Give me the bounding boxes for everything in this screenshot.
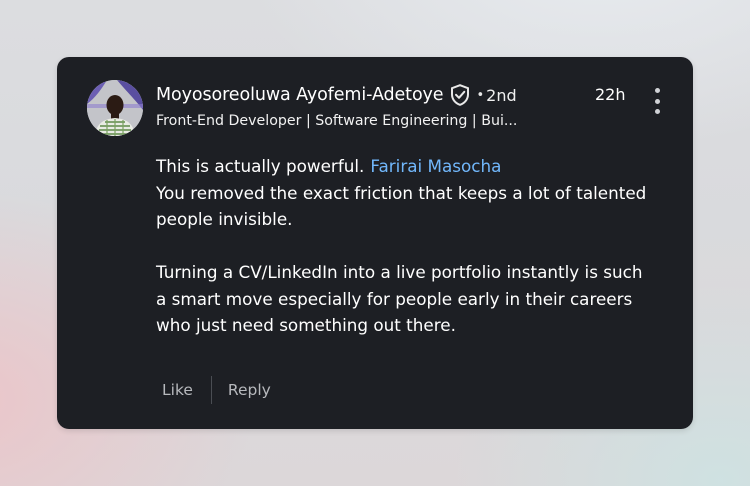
comment-timestamp: 22h	[595, 85, 626, 104]
author-name[interactable]: Moyosoreoluwa Ayofemi-Adetoye	[156, 85, 444, 105]
vertical-ellipsis-icon	[654, 88, 660, 93]
author-headline: Front-End Developer | Software Engineeri…	[156, 113, 518, 129]
comment-paragraph-1: This is actually powerful. Farirai Masoch…	[156, 153, 656, 233]
shield-check-icon	[448, 83, 472, 107]
separator-dot: •	[476, 87, 485, 103]
author-line: Moyosoreoluwa Ayofemi-Adetoye • 2nd	[156, 82, 517, 108]
comment-actions: Like Reply	[162, 375, 271, 405]
connection-degree: 2nd	[486, 85, 517, 105]
comment-text-intro: This is actually powerful.	[156, 156, 365, 176]
profile-photo	[87, 80, 143, 136]
comment-body: This is actually powerful. Farirai Masoch…	[156, 153, 656, 339]
like-button[interactable]: Like	[162, 381, 193, 399]
avatar[interactable]	[87, 80, 143, 136]
comment-paragraph-2: Turning a CV/LinkedIn into a live portfo…	[156, 262, 643, 335]
mention-link[interactable]: Farirai Masocha	[370, 156, 501, 176]
reply-button[interactable]: Reply	[228, 381, 271, 399]
comment-card: Moyosoreoluwa Ayofemi-Adetoye • 2nd 22h …	[57, 57, 693, 429]
more-options-button[interactable]	[652, 88, 662, 114]
action-divider	[210, 376, 212, 404]
comment-text-followup: You removed the exact friction that keep…	[156, 182, 647, 230]
